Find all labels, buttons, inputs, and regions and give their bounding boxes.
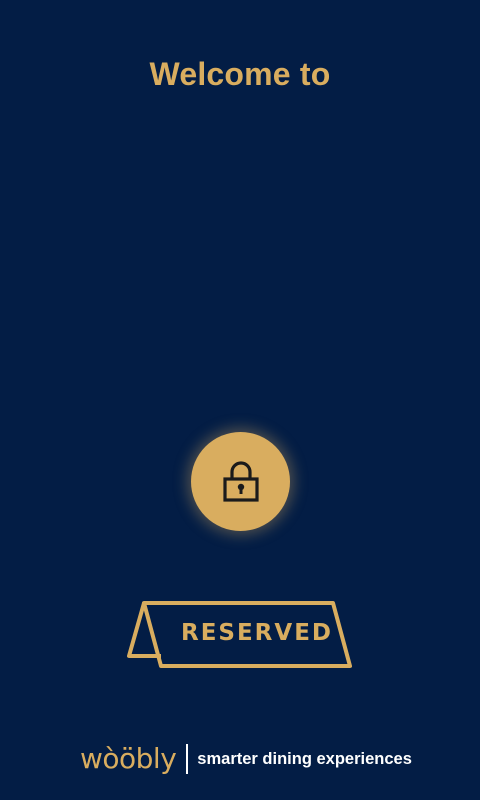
reserved-label: RESERVED xyxy=(180,620,333,646)
lock-icon xyxy=(222,460,259,502)
welcome-title: Welcome to xyxy=(149,56,331,92)
footer-tagline: smarter dining experiences xyxy=(197,750,412,768)
woobly-logo: wòöbly xyxy=(80,742,177,775)
unlock-button[interactable] xyxy=(191,432,290,531)
footer: wòöbly smarter dining experiences xyxy=(80,740,412,778)
reserved-sign: RESERVED xyxy=(126,600,354,670)
footer-divider xyxy=(186,744,189,774)
